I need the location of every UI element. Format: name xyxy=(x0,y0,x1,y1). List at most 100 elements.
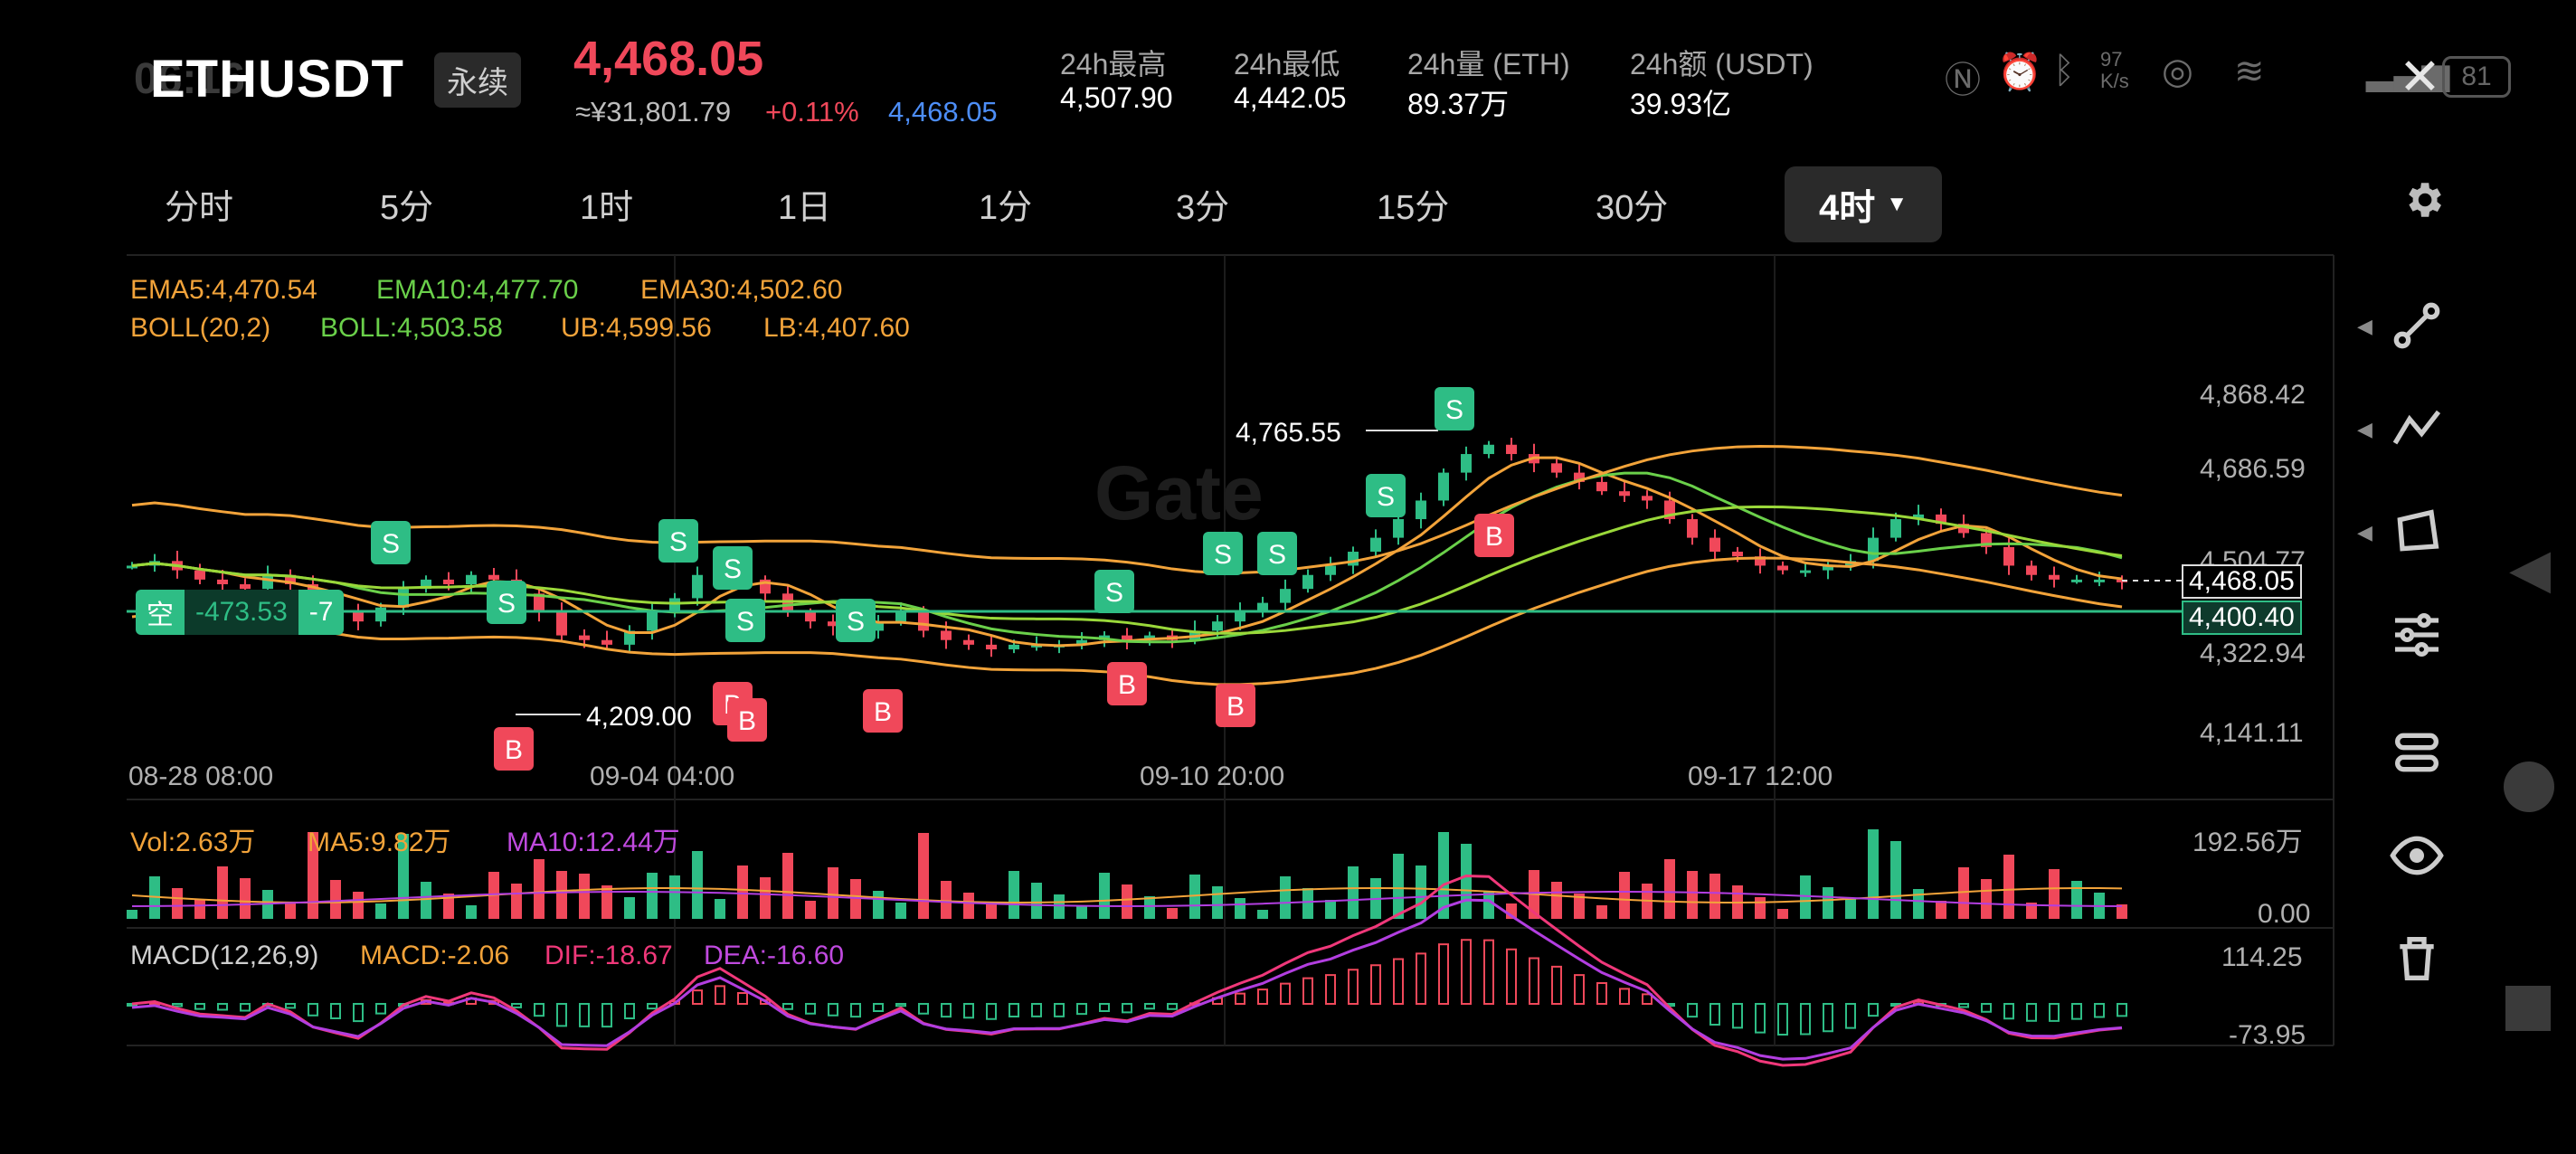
macd-bar xyxy=(1732,1003,1743,1029)
macd-bar xyxy=(873,1003,884,1012)
legend-macd-value: MACD:-2.06 xyxy=(360,941,510,970)
time-tick: 09-17 12:00 xyxy=(1688,761,1833,791)
candle-body xyxy=(601,639,612,645)
candle-body xyxy=(556,611,567,636)
candle-body xyxy=(240,584,251,590)
sell-signal-letter: S xyxy=(382,529,400,559)
candle-body xyxy=(466,574,477,585)
macd-bar xyxy=(1755,1003,1766,1034)
candle-body xyxy=(443,579,454,585)
sell-signal-letter: S xyxy=(1377,482,1395,512)
trendline-tool-icon[interactable] xyxy=(2388,297,2446,355)
multi-line-tool-icon[interactable] xyxy=(2388,400,2446,458)
candle-body xyxy=(1551,463,1562,473)
macd-bar xyxy=(828,1003,838,1017)
macd-bar xyxy=(579,1003,590,1027)
candle-body xyxy=(941,630,952,640)
volume-bar xyxy=(1777,909,1788,919)
candle-body xyxy=(1709,537,1720,553)
macd-bar xyxy=(2071,1003,2082,1020)
shape-tool-icon[interactable] xyxy=(2388,503,2446,561)
candle-body xyxy=(1868,537,1879,562)
macd-bar xyxy=(1800,1003,1811,1036)
volume-bar xyxy=(240,878,251,919)
volume-bar xyxy=(1144,896,1155,919)
volume-bar xyxy=(1167,908,1178,919)
volume-bar xyxy=(1483,892,1494,919)
legend-macd: MACD(12,26,9) xyxy=(130,941,319,970)
volume-bar xyxy=(172,888,183,919)
volume-tick: 192.56万 xyxy=(2192,828,2303,857)
macd-bar xyxy=(1461,939,1472,1005)
buy-signal-letter: B xyxy=(1226,692,1245,722)
macd-bar xyxy=(1144,1003,1155,1010)
time-tick: 08-28 08:00 xyxy=(128,761,274,791)
volume-bar xyxy=(579,874,590,919)
volume-bar xyxy=(1664,859,1675,919)
volume-tick: 0.00 xyxy=(2258,899,2311,929)
volume-bar xyxy=(624,897,635,919)
macd-bar xyxy=(805,1003,816,1015)
volume-bar xyxy=(1619,872,1630,919)
macd-bar xyxy=(1302,977,1313,1005)
volume-bar xyxy=(1212,886,1223,919)
macd-bar xyxy=(1325,974,1336,1005)
legend-vol-ma10: MA10:12.44万 xyxy=(507,828,680,857)
macd-bar xyxy=(2026,1003,2037,1022)
candle-body xyxy=(895,611,906,622)
candle-body xyxy=(1890,519,1901,538)
layers-tool-icon[interactable] xyxy=(2388,724,2446,781)
legend-vol-ma5: MA5:9.82万 xyxy=(308,828,451,857)
volume-bar xyxy=(1189,875,1200,919)
volume-bar xyxy=(737,866,748,919)
sell-signal-letter: S xyxy=(847,607,865,637)
candle-body xyxy=(1732,552,1743,557)
volume-bar xyxy=(1596,905,1607,919)
macd-bar xyxy=(1031,1003,1042,1017)
volume-bar xyxy=(1958,867,1969,919)
nav-home-icon[interactable] xyxy=(2504,761,2554,812)
trash-icon[interactable] xyxy=(2388,930,2446,988)
candle-body xyxy=(805,611,816,622)
macd-bar xyxy=(1777,1003,1788,1036)
candle-body xyxy=(647,611,658,631)
volume-bar xyxy=(1913,889,1924,919)
macd-bar xyxy=(285,1003,296,1009)
volume-bar xyxy=(2049,869,2060,919)
macd-bar xyxy=(1845,1003,1856,1029)
macd-bar xyxy=(895,1003,906,1007)
nav-recents-icon[interactable] xyxy=(2505,986,2551,1031)
price-tick: 4,322.94 xyxy=(2200,638,2306,668)
candle-body xyxy=(1325,565,1336,575)
expand-arrow-icon: ◀ xyxy=(2357,315,2372,337)
volume-bar xyxy=(1054,894,1065,919)
macd-bar xyxy=(1122,1003,1132,1014)
time-tick: 09-04 04:00 xyxy=(590,761,735,791)
legend-dea: DEA:-16.60 xyxy=(704,941,845,970)
legend-ema30: EMA30:4,502.60 xyxy=(640,275,843,305)
volume-bar xyxy=(1076,906,1087,919)
macd-bar xyxy=(1981,1003,1992,1013)
macd-bar xyxy=(1167,1003,1178,1010)
candle-body xyxy=(579,635,590,640)
volume-bar xyxy=(353,892,364,919)
indicator-settings-icon[interactable] xyxy=(2388,606,2446,664)
candle-body xyxy=(1416,500,1426,520)
macd-bar xyxy=(647,1003,658,1010)
volume-bar xyxy=(1845,899,1856,919)
volume-bar xyxy=(1755,897,1766,919)
nav-back-icon[interactable]: ◀ xyxy=(2509,537,2551,601)
position-price-label: 4,400.40 xyxy=(2182,601,2302,635)
sell-signal-letter: S xyxy=(724,554,742,584)
macd-bar xyxy=(2003,1003,2014,1020)
macd-bar xyxy=(353,1003,364,1023)
position-tag[interactable]: 空 -473.53 -7 xyxy=(136,590,345,635)
volume-bar xyxy=(330,880,341,919)
volume-bar xyxy=(1551,882,1562,919)
legend-vol: Vol:2.63万 xyxy=(130,828,256,857)
macd-bar xyxy=(1009,1003,1019,1017)
volume-bar xyxy=(1393,854,1404,919)
volume-bar xyxy=(692,851,703,919)
buy-signal-letter: B xyxy=(1485,522,1503,552)
visibility-eye-icon[interactable] xyxy=(2388,827,2446,884)
